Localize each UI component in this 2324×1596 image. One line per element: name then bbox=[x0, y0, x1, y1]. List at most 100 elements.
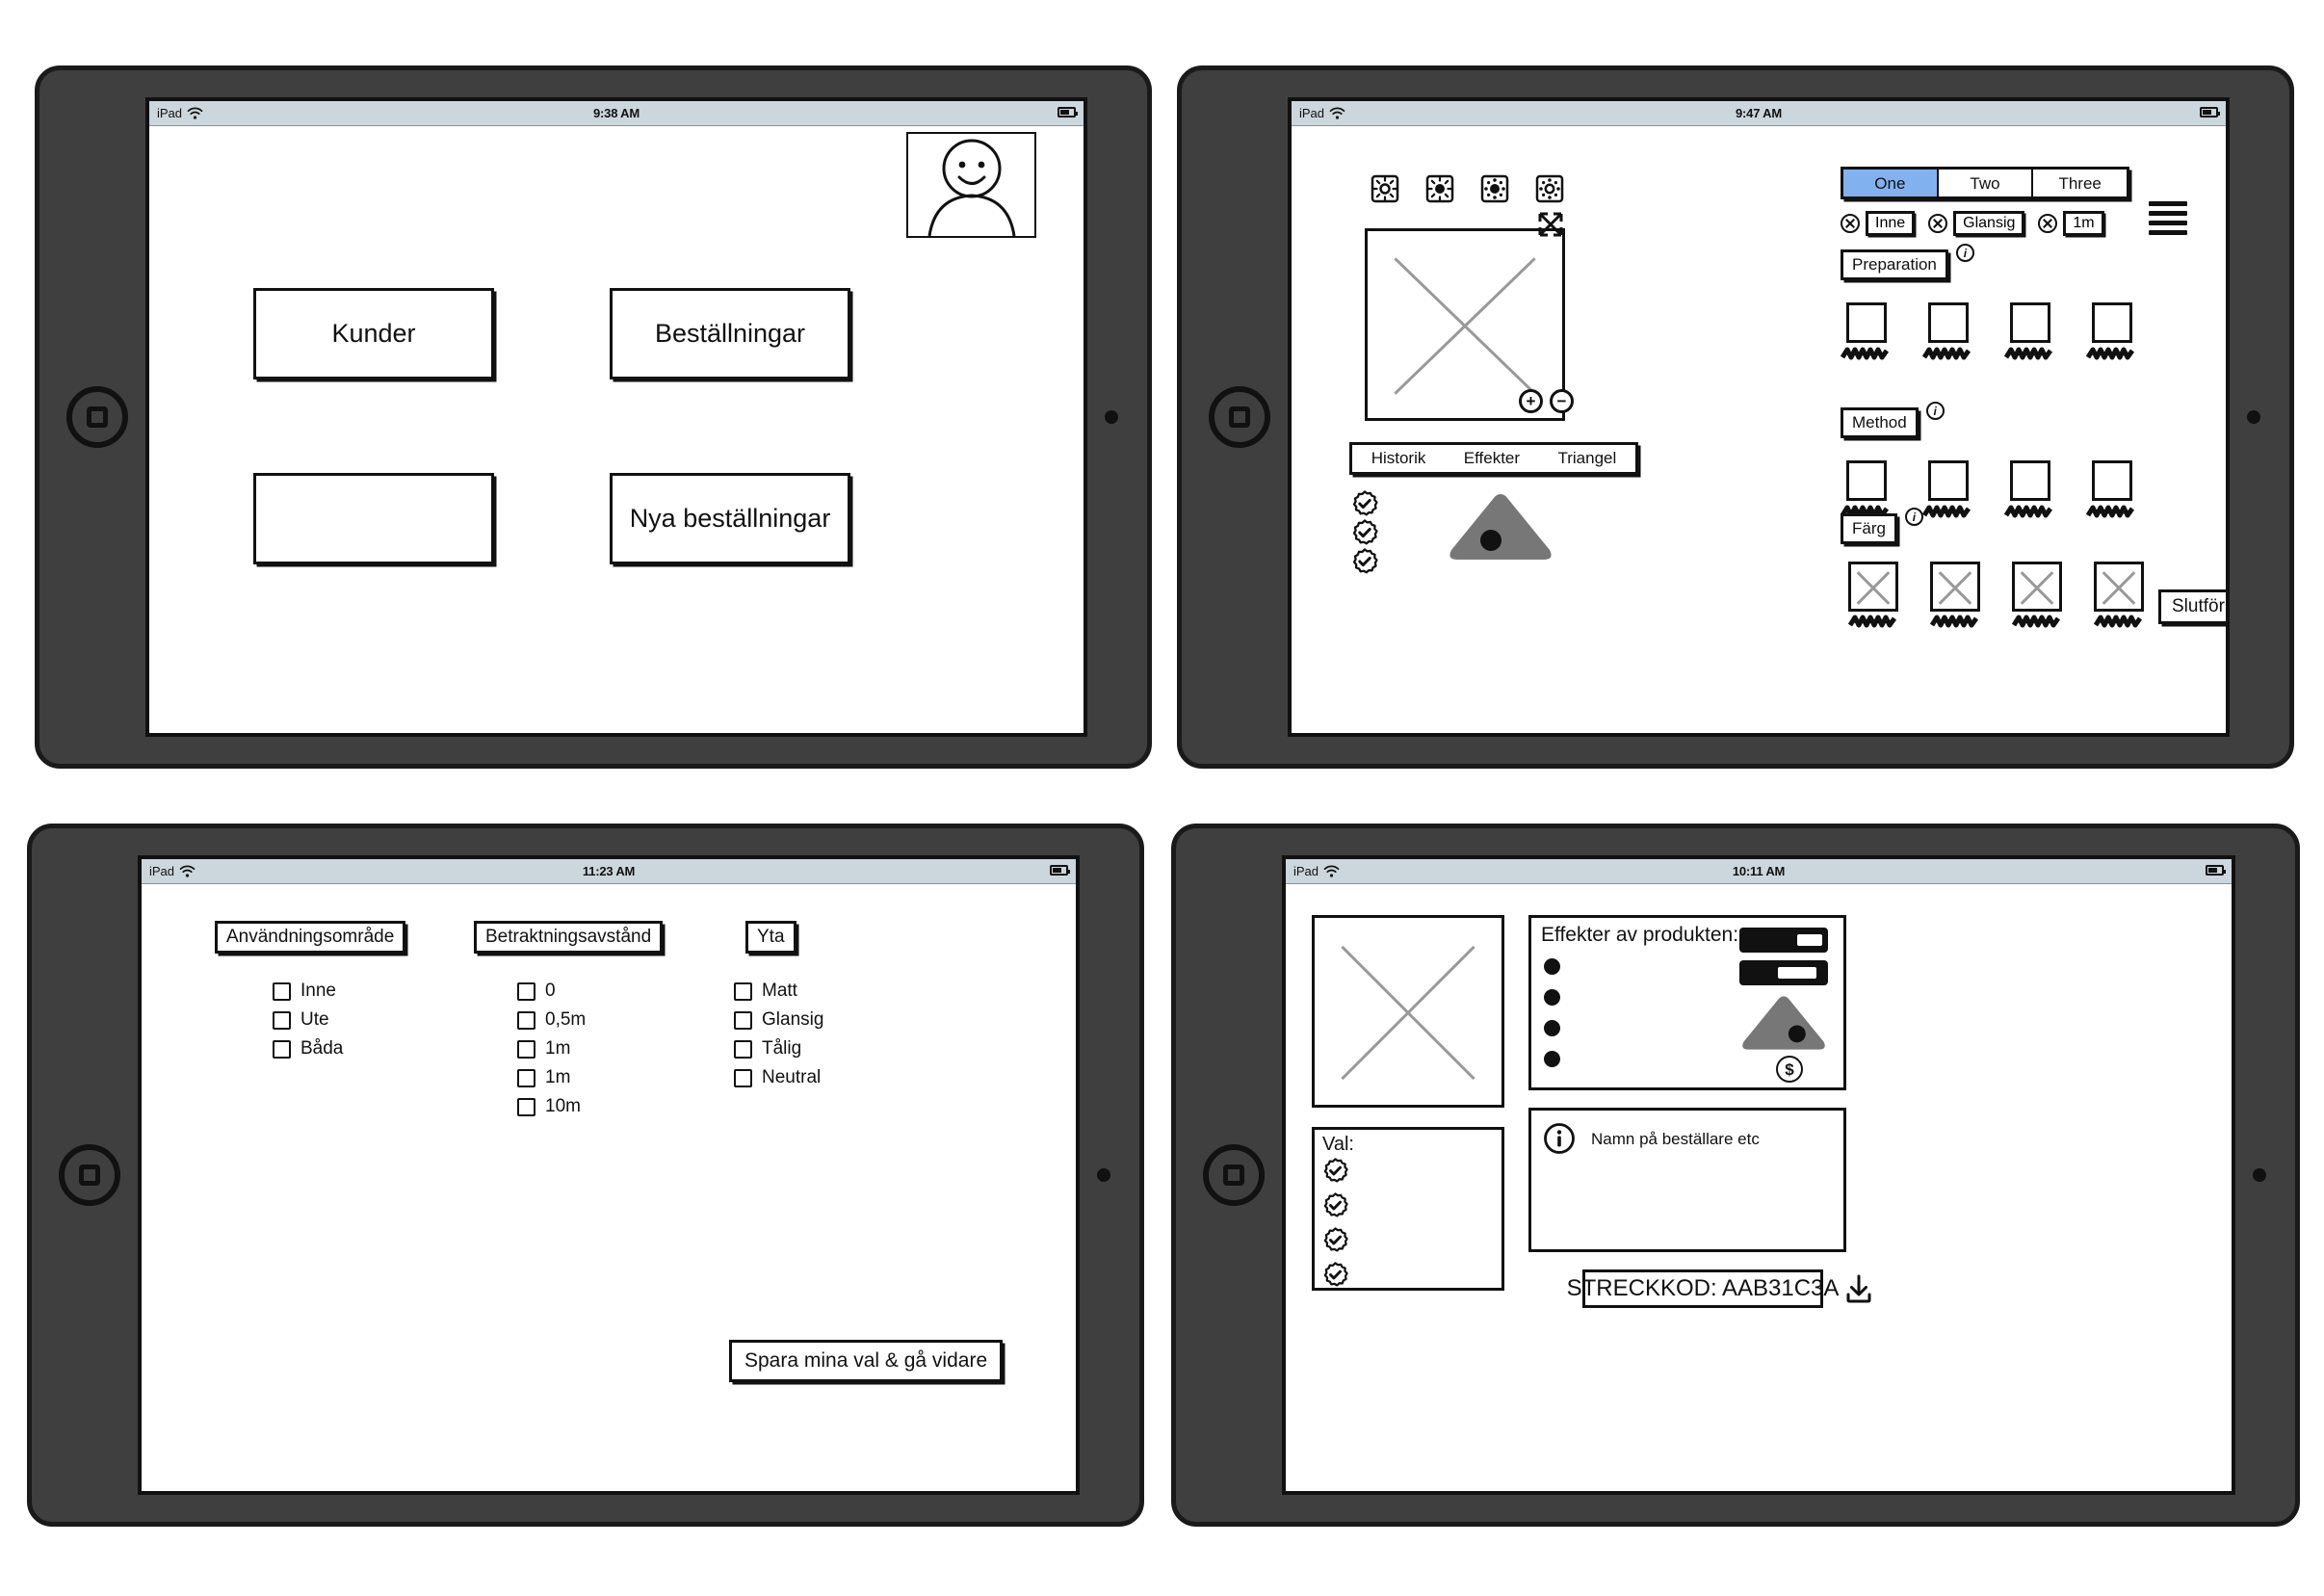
zoom-out-button[interactable]: − bbox=[1550, 389, 1574, 413]
checkbox[interactable] bbox=[273, 981, 291, 1001]
avatar[interactable] bbox=[906, 132, 1036, 238]
notes-panel[interactable]: Namn på beställare etc bbox=[1528, 1108, 1846, 1252]
check-badge-icon[interactable] bbox=[1322, 1262, 1501, 1293]
checkbox[interactable] bbox=[517, 1068, 535, 1087]
home-button-icon[interactable] bbox=[59, 1144, 120, 1206]
group-title-yta[interactable]: Yta bbox=[745, 921, 796, 954]
swatch-empty-square[interactable] bbox=[1928, 460, 1969, 501]
checkbox-row[interactable]: 10m bbox=[517, 1096, 586, 1117]
checkbox[interactable] bbox=[517, 1097, 535, 1116]
section-title[interactable]: Method bbox=[1841, 407, 1919, 438]
checkbox[interactable] bbox=[517, 981, 535, 1001]
group-title-anvandningsomrade[interactable]: Användningsområde bbox=[215, 921, 406, 954]
segment-two[interactable]: Two bbox=[1939, 170, 2034, 196]
hamburger-menu-icon[interactable] bbox=[2149, 201, 2187, 235]
download-icon[interactable] bbox=[1842, 1273, 1875, 1311]
remove-chip-icon[interactable] bbox=[2038, 214, 2058, 233]
tab-triangel[interactable]: Triangel bbox=[1557, 449, 1616, 468]
filter-chip-1m[interactable]: 1m bbox=[2063, 211, 2104, 236]
screen-summary: iPad 10:11 AM Val: Effekter av produkten… bbox=[1282, 855, 2235, 1495]
swatch-empty-square[interactable] bbox=[1846, 302, 1887, 343]
toggle-bar-icon[interactable] bbox=[1739, 928, 1828, 953]
checkbox-row[interactable]: Båda bbox=[273, 1038, 343, 1060]
brightness-icon-1[interactable] bbox=[1369, 172, 1401, 210]
triangle-marker-icon[interactable] bbox=[1444, 490, 1557, 568]
scribble-label-icon bbox=[2086, 347, 2135, 360]
checkbox[interactable] bbox=[273, 1039, 291, 1059]
status-bar: iPad 10:11 AM bbox=[1286, 859, 2232, 884]
tile-empty[interactable] bbox=[253, 473, 494, 564]
segment-three[interactable]: Three bbox=[2033, 170, 2127, 196]
filter-chip-inne[interactable]: Inne bbox=[1866, 211, 1916, 236]
checkbox-row[interactable]: Neutral bbox=[734, 1067, 823, 1088]
remove-chip-icon[interactable] bbox=[1928, 214, 1948, 233]
checkbox-row[interactable]: Glansig bbox=[734, 1009, 823, 1031]
checkbox[interactable] bbox=[734, 1010, 752, 1030]
checkbox[interactable] bbox=[517, 1010, 535, 1030]
battery-icon bbox=[2206, 865, 2226, 876]
checkbox-row[interactable]: Ute bbox=[273, 1009, 343, 1031]
swatch-empty-square[interactable] bbox=[2010, 302, 2050, 343]
swatch-empty-square[interactable] bbox=[2092, 460, 2132, 501]
section-title[interactable]: Färg bbox=[1841, 513, 1897, 544]
checkbox-row[interactable]: 1m bbox=[517, 1067, 586, 1088]
image-placeholder-icon[interactable] bbox=[2094, 562, 2144, 612]
zoom-in-button[interactable]: + bbox=[1519, 389, 1543, 413]
checkbox-row[interactable]: Matt bbox=[734, 981, 823, 1002]
toggle-bar-icon[interactable] bbox=[1739, 960, 1828, 985]
info-icon[interactable]: i bbox=[1904, 508, 1923, 526]
home-button-icon[interactable] bbox=[66, 386, 128, 448]
home-button-icon[interactable] bbox=[1203, 1144, 1265, 1206]
swatch-empty-square[interactable] bbox=[2092, 302, 2132, 343]
image-placeholder-icon[interactable] bbox=[2012, 562, 2062, 612]
info-icon[interactable]: i bbox=[1955, 244, 1974, 262]
checkbox-row[interactable]: Tålig bbox=[734, 1038, 823, 1060]
triangle-marker-icon[interactable] bbox=[1737, 993, 1830, 1058]
checkbox[interactable] bbox=[734, 1039, 752, 1059]
tab-historik[interactable]: Historik bbox=[1371, 449, 1426, 468]
tile-bestallningar[interactable]: Beställningar bbox=[610, 288, 850, 379]
checkbox[interactable] bbox=[517, 1039, 535, 1059]
brightness-icon-2[interactable] bbox=[1423, 172, 1456, 210]
check-badge-icon[interactable] bbox=[1322, 1192, 1501, 1223]
check-badge-icon[interactable] bbox=[1351, 548, 1378, 580]
check-badge-icon[interactable] bbox=[1322, 1158, 1501, 1189]
ipad-frame-filters: iPad 11:23 AM Användningsområde Inne Ute… bbox=[27, 824, 1144, 1527]
checkbox[interactable] bbox=[273, 1010, 291, 1030]
info-icon[interactable]: i bbox=[1925, 402, 1945, 420]
dollar-coin-icon[interactable]: $ bbox=[1776, 1056, 1803, 1083]
group-title-betraktningsavstand[interactable]: Betraktningsavstånd bbox=[474, 921, 664, 954]
check-badge-icon[interactable] bbox=[1322, 1227, 1501, 1258]
checkbox-row[interactable]: 0 bbox=[517, 981, 586, 1002]
checkbox[interactable] bbox=[734, 981, 752, 1001]
checkbox-row[interactable]: Inne bbox=[273, 981, 343, 1002]
remove-chip-icon[interactable] bbox=[1841, 214, 1860, 233]
section-title[interactable]: Preparation bbox=[1841, 249, 1948, 280]
segment-one[interactable]: One bbox=[1843, 170, 1939, 196]
brightness-icon-4[interactable] bbox=[1533, 172, 1566, 210]
checkbox-row[interactable]: 0,5m bbox=[517, 1009, 586, 1031]
submit-button[interactable]: Slutför bbox=[2158, 589, 2226, 624]
swatch-empty-square[interactable] bbox=[1928, 302, 1969, 343]
tile-kunder[interactable]: Kunder bbox=[253, 288, 494, 379]
barcode-field[interactable]: STRECKKOD: AAB31C3A bbox=[1567, 1269, 1839, 1308]
check-badge-icon[interactable] bbox=[1351, 519, 1378, 551]
image-placeholder-icon[interactable] bbox=[1312, 915, 1504, 1108]
check-badge-icon[interactable] bbox=[1351, 490, 1378, 522]
filter-chip-glansig[interactable]: Glansig bbox=[1953, 211, 2025, 236]
save-button[interactable]: Spara mina val & gå vidare bbox=[729, 1340, 1004, 1382]
info-icon[interactable] bbox=[1543, 1122, 1576, 1160]
expand-arrows-icon[interactable] bbox=[1534, 208, 1567, 246]
tab-effekter[interactable]: Effekter bbox=[1464, 449, 1520, 468]
home-button-icon[interactable] bbox=[1209, 386, 1270, 448]
brightness-icon-3[interactable] bbox=[1478, 172, 1511, 210]
image-placeholder-icon[interactable] bbox=[1848, 562, 1898, 612]
notes-placeholder: Namn på beställare etc bbox=[1591, 1130, 1760, 1148]
tile-nya-bestallningar[interactable]: Nya beställningar bbox=[610, 473, 850, 564]
checkbox-row[interactable]: 1m bbox=[517, 1038, 586, 1060]
swatch-empty-square[interactable] bbox=[2010, 460, 2050, 501]
tile-label: Beställningar bbox=[654, 319, 806, 348]
image-placeholder-icon[interactable] bbox=[1930, 562, 1980, 612]
checkbox[interactable] bbox=[734, 1068, 752, 1087]
swatch-empty-square[interactable] bbox=[1846, 460, 1887, 501]
